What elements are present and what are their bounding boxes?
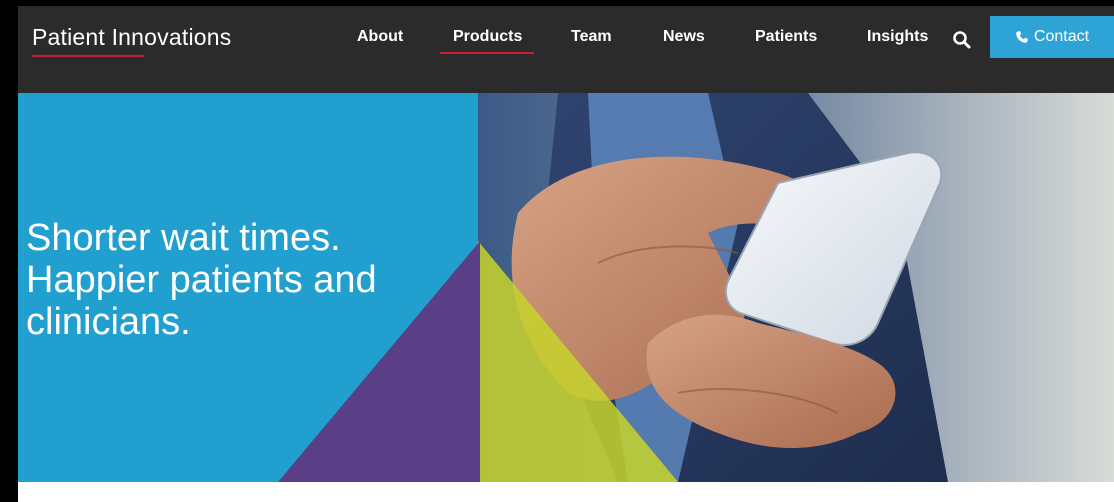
search-icon[interactable]: [952, 30, 972, 50]
site-logo[interactable]: Patient Innovations: [32, 24, 231, 51]
hero-headline-line-1: Shorter wait times.: [26, 217, 341, 259]
nav-team[interactable]: Team: [571, 28, 612, 46]
hero-banner: Shorter wait times. Happier patients and…: [18, 93, 1114, 482]
nav-active-indicator: [440, 52, 534, 54]
phone-icon: [1015, 30, 1029, 44]
logo-underline: [32, 55, 144, 57]
nav-about[interactable]: About: [357, 28, 403, 46]
contact-label: Contact: [1033, 28, 1090, 45]
page-content-start: [18, 482, 1114, 502]
nav-products[interactable]: Products: [453, 28, 522, 46]
browser-viewport: Patient Innovations About Products Team …: [18, 6, 1114, 502]
nav-insights[interactable]: Insights: [867, 28, 928, 46]
top-navigation-bar: Patient Innovations About Products Team …: [18, 6, 1114, 93]
hero-photo-hands-phone: [478, 93, 1114, 482]
contact-button[interactable]: Contact: [990, 16, 1114, 58]
nav-patients[interactable]: Patients: [755, 28, 817, 46]
hero-headline-line-2: Happier patients and: [26, 259, 377, 301]
hero-headline: Shorter wait times. Happier patients and…: [26, 217, 426, 343]
hero-headline-line-3: clinicians.: [26, 301, 191, 343]
nav-news[interactable]: News: [663, 28, 705, 46]
